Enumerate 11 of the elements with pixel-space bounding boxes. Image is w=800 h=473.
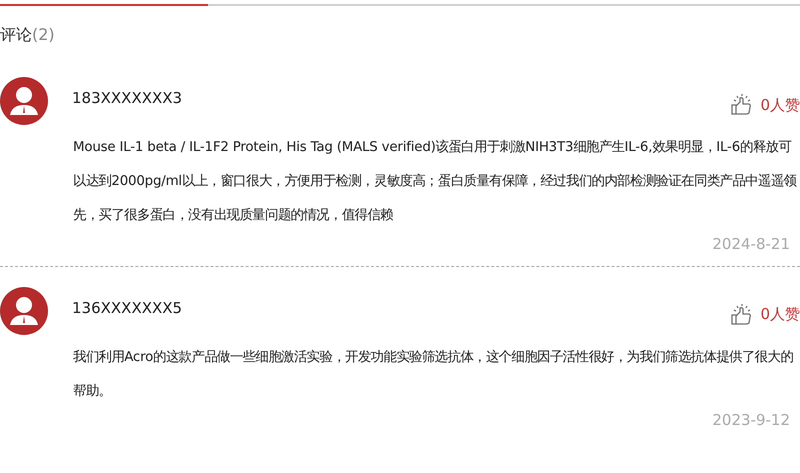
comment-date: 2024-8-21 <box>711 234 791 255</box>
comment-date: 2023-9-12 <box>711 410 791 430</box>
avatar-icon <box>0 286 48 334</box>
like-count: 0人赞 <box>760 304 800 326</box>
avatar-icon <box>0 77 48 125</box>
comment-text: 我们利用Acro的这款产品做一些细胞激活实验，开发功能实验筛选抗体，这个细胞因子活性很好，为我们筛选抗体提供了很大的帮助。 <box>73 348 794 400</box>
comment-text: Mouse IL-1 beta / IL-1F2 Protein, His Tag (MALS verified)该蛋白用于刺激NIH3T3细胞产生IL-6,效果明显，IL-6的释放可以达到2000pg/ml以上，窗口很大，方便用于检测，灵敏度高；蛋白质量有保障，经过我们的内部检测验证在同类产品中遥遥领先，买了很多蛋白，没有出现质量问题的情况，值得信赖 <box>73 138 798 225</box>
like-count: 0人赞 <box>760 94 800 116</box>
user-name: 136XXXXXXX5 <box>72 298 182 318</box>
user-name: 183XXXXXXX3 <box>72 88 182 109</box>
comments-heading: 评论(2) <box>0 24 56 46</box>
